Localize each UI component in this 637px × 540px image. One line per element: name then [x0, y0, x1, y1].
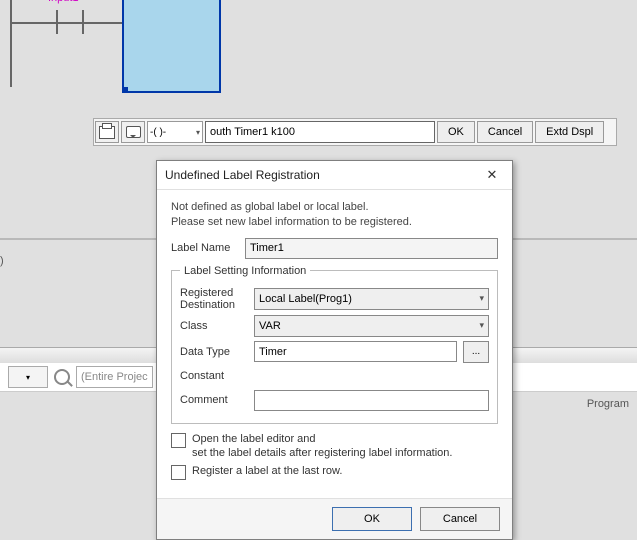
- last-row-checkbox-label: Register a label at the last row.: [192, 464, 342, 478]
- data-type-label: Data Type: [180, 346, 248, 358]
- dialog-info-line2: Please set new label information to be r…: [171, 215, 498, 230]
- print-icon[interactable]: [95, 121, 119, 143]
- open-editor-checkbox-label: Open the label editor and set the label …: [192, 432, 452, 461]
- dialog-cancel-button[interactable]: Cancel: [420, 507, 500, 531]
- selected-instruction-box[interactable]: [122, 0, 221, 93]
- data-type-browse-button[interactable]: ...: [463, 341, 489, 363]
- instruction-text-input[interactable]: [205, 121, 435, 143]
- programs-tab[interactable]: Program: [587, 398, 629, 410]
- dialog-ok-button[interactable]: OK: [332, 507, 412, 531]
- class-value: VAR: [259, 320, 281, 332]
- dialog-button-row: OK Cancel: [157, 498, 512, 539]
- resize-handle[interactable]: [123, 87, 128, 92]
- comment-label: Comment: [180, 394, 248, 406]
- left-rail: [10, 0, 12, 87]
- comment-icon[interactable]: [121, 121, 145, 143]
- data-type-field[interactable]: [254, 341, 457, 362]
- chevron-down-icon: ▾: [479, 293, 484, 304]
- contact-label: Input1: [48, 0, 79, 4]
- close-button[interactable]: ✕: [480, 165, 504, 185]
- dialog-titlebar[interactable]: Undefined Label Registration ✕: [157, 161, 512, 190]
- instruction-type-dropdown[interactable]: -( )- ▾: [147, 121, 203, 143]
- class-label: Class: [180, 320, 248, 332]
- step-marker: ): [0, 255, 4, 267]
- toolbar-extd-button[interactable]: Extd Dspl: [535, 121, 604, 143]
- search-scope-dropdown[interactable]: ▾: [8, 366, 48, 388]
- instruction-entry-toolbar: -( )- ▾ OK Cancel Extd Dspl: [93, 118, 617, 146]
- constant-label: Constant: [180, 370, 248, 382]
- label-setting-group: Label Setting Information Registered Des…: [171, 265, 498, 424]
- label-setting-legend: Label Setting Information: [180, 265, 310, 277]
- dialog-description: Not defined as global label or local lab…: [171, 200, 498, 230]
- label-name-label: Label Name: [171, 242, 239, 254]
- destination-dropdown[interactable]: Local Label(Prog1) ▾: [254, 288, 489, 310]
- undefined-label-dialog: Undefined Label Registration ✕ Not defin…: [156, 160, 513, 540]
- chevron-down-icon: ▾: [196, 128, 200, 137]
- constant-field: [254, 367, 489, 386]
- label-name-field: [245, 238, 498, 259]
- open-editor-checkbox[interactable]: [171, 433, 186, 448]
- search-input[interactable]: (Entire Projec: [76, 366, 153, 388]
- last-row-checkbox[interactable]: [171, 465, 186, 480]
- search-icon[interactable]: [52, 367, 72, 387]
- normally-open-contact[interactable]: [56, 10, 84, 34]
- class-dropdown[interactable]: VAR ▾: [254, 315, 489, 337]
- chevron-down-icon: ▾: [479, 320, 484, 331]
- destination-value: Local Label(Prog1): [259, 293, 352, 305]
- destination-label: Registered Destination: [180, 287, 248, 311]
- toolbar-cancel-button[interactable]: Cancel: [477, 121, 533, 143]
- dialog-title: Undefined Label Registration: [165, 168, 320, 182]
- toolbar-ok-button[interactable]: OK: [437, 121, 475, 143]
- dialog-info-line1: Not defined as global label or local lab…: [171, 200, 498, 215]
- comment-field[interactable]: [254, 390, 489, 411]
- instruction-type-value: -( )-: [150, 127, 166, 138]
